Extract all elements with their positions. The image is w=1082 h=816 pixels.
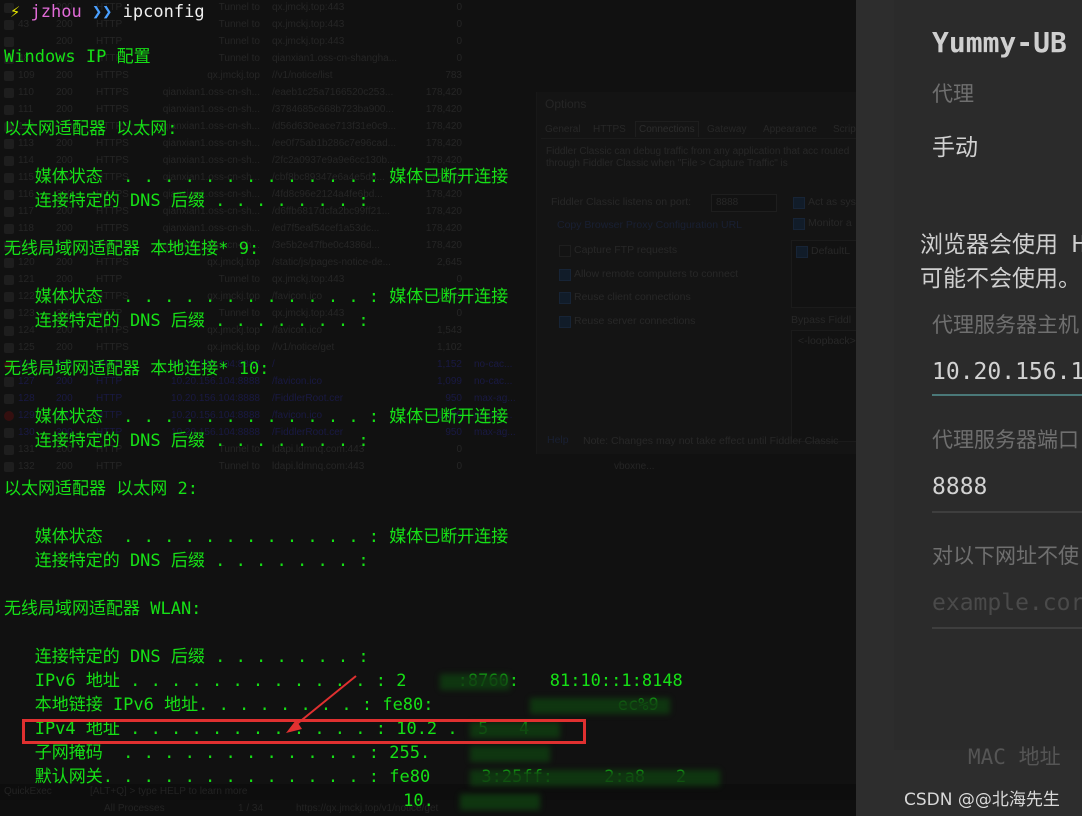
annotation-arrow-icon bbox=[286, 675, 357, 733]
csdn-watermark: CSDN @@北海先生 bbox=[904, 790, 1060, 810]
